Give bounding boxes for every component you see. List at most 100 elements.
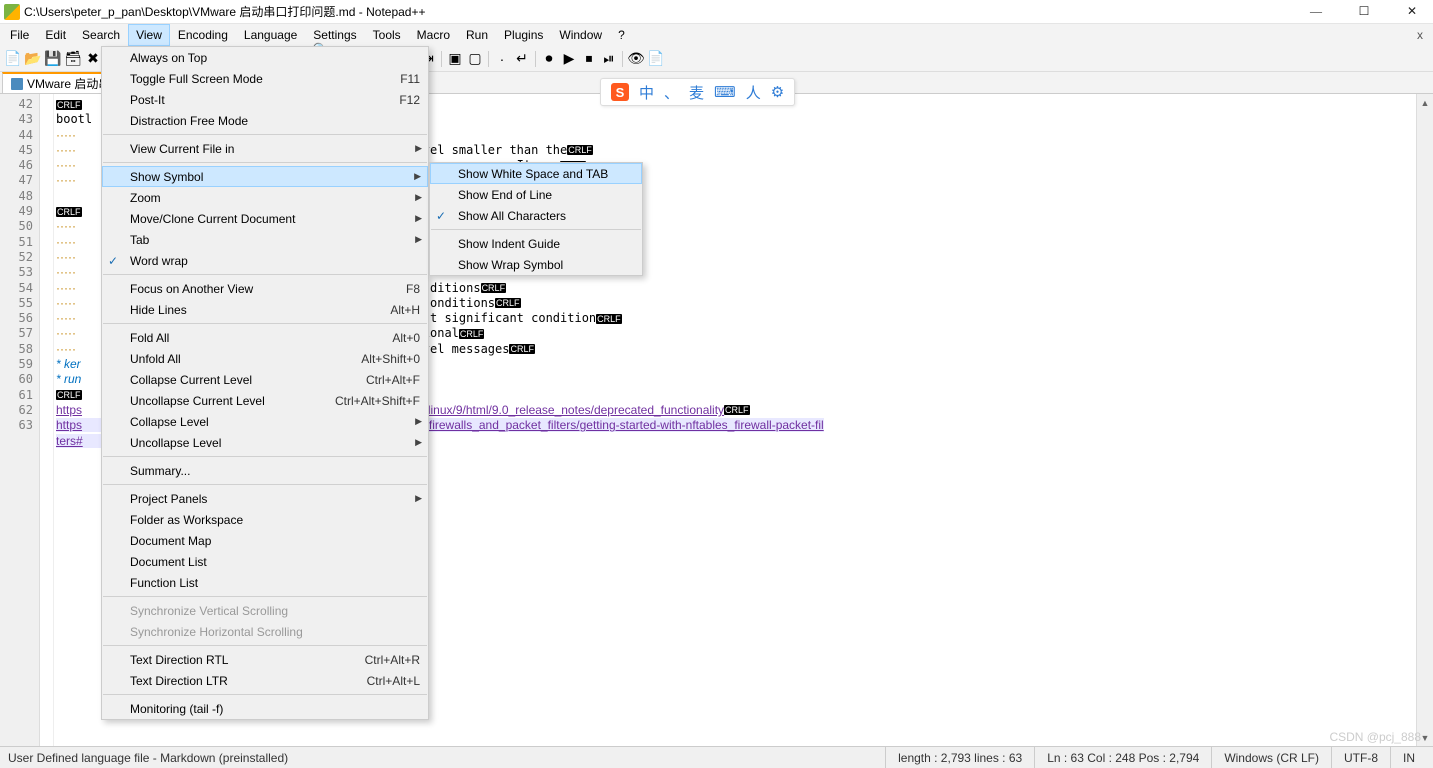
menu-item-label: Uncollapse Level: [130, 436, 221, 450]
menu-window[interactable]: Window: [551, 24, 610, 46]
vertical-scrollbar[interactable]: ▲ ▼: [1416, 94, 1433, 746]
symbol-menu-show-white-space-and-tab[interactable]: Show White Space and TAB: [430, 163, 642, 184]
menu-run[interactable]: Run: [458, 24, 496, 46]
title-bar: C:\Users\peter_p_pan\Desktop\VMware 启动串口…: [0, 0, 1433, 24]
menu-macro[interactable]: Macro: [409, 24, 458, 46]
window-title: C:\Users\peter_p_pan\Desktop\VMware 启动串口…: [24, 3, 1303, 20]
menu-language[interactable]: Language: [236, 24, 305, 46]
ime-btn-4[interactable]: 人: [746, 82, 761, 103]
symbol-menu-show-all-characters[interactable]: ✓Show All Characters: [430, 205, 642, 226]
ime-btn-0[interactable]: 中: [639, 82, 654, 103]
submenu-arrow-icon: ▶: [415, 493, 422, 504]
ime-btn-1[interactable]: 、: [664, 82, 679, 103]
menu-file[interactable]: File: [2, 24, 37, 46]
menu-help[interactable]: ?: [610, 24, 633, 46]
view-menu-move-clone-current-document[interactable]: Move/Clone Current Document▶: [102, 208, 428, 229]
ime-btn-5[interactable]: ⚙: [771, 83, 784, 101]
menu-item-label: Distraction Free Mode: [130, 114, 248, 128]
menu-view[interactable]: View: [128, 24, 170, 46]
view-menu-project-panels[interactable]: Project Panels▶: [102, 488, 428, 509]
ime-btn-2[interactable]: 麦: [689, 82, 704, 103]
menu-item-label: Fold All: [130, 331, 169, 345]
menu-item-label: Collapse Current Level: [130, 373, 252, 387]
line-number-gutter: 42 43 44 45 46 47 48 49 50 51 52 53 54 5…: [0, 94, 40, 746]
fold-column: [40, 94, 54, 746]
view-menu-folder-as-workspace[interactable]: Folder as Workspace: [102, 509, 428, 530]
view-menu-view-current-file-in[interactable]: View Current File in▶: [102, 138, 428, 159]
menu-tools[interactable]: Tools: [365, 24, 409, 46]
menu-item-label: Show Wrap Symbol: [458, 258, 563, 272]
save-icon[interactable]: 💾: [44, 50, 62, 68]
tab-global-close[interactable]: x: [1409, 24, 1431, 46]
menu-item-label: Show End of Line: [458, 188, 552, 202]
view-menu-toggle-full-screen-mode[interactable]: Toggle Full Screen ModeF11: [102, 68, 428, 89]
view-menu-synchronize-horizontal-scrolling: Synchronize Horizontal Scrolling: [102, 621, 428, 642]
ws-icon[interactable]: ·: [493, 50, 511, 68]
ime-toolbar[interactable]: S中、麦 ⌨ 人 ⚙: [600, 78, 795, 106]
menu-item-label: Document Map: [130, 534, 211, 548]
view-menu-collapse-level[interactable]: Collapse Level▶: [102, 411, 428, 432]
view-menu-show-symbol[interactable]: Show Symbol▶: [102, 166, 428, 187]
symbol-menu-show-wrap-symbol[interactable]: Show Wrap Symbol: [430, 254, 642, 275]
eye-icon[interactable]: 👁: [627, 50, 645, 68]
menu-item-label: Unfold All: [130, 352, 181, 366]
new-icon[interactable]: 📄: [4, 50, 22, 68]
submenu-arrow-icon: ▶: [415, 192, 422, 203]
view-menu-monitoring-tail-f-[interactable]: Monitoring (tail -f): [102, 698, 428, 719]
view-menu-uncollapse-level[interactable]: Uncollapse Level▶: [102, 432, 428, 453]
view-menu-collapse-current-level[interactable]: Collapse Current Level Ctrl+Alt+F: [102, 369, 428, 390]
close-button[interactable]: ✕: [1399, 2, 1425, 22]
status-encoding: UTF-8: [1331, 747, 1390, 768]
view-menu-post-it[interactable]: Post-ItF12: [102, 89, 428, 110]
ime-logo-icon[interactable]: S: [611, 83, 629, 101]
view-menu-document-map[interactable]: Document Map: [102, 530, 428, 551]
view-menu-function-list[interactable]: Function List: [102, 572, 428, 593]
close-icon[interactable]: ✖: [84, 50, 102, 68]
view-menu-distraction-free-mode[interactable]: Distraction Free Mode: [102, 110, 428, 131]
view-menu-summary-[interactable]: Summary...: [102, 460, 428, 481]
view-menu-text-direction-ltr[interactable]: Text Direction LTRCtrl+Alt+L: [102, 670, 428, 691]
unfold-icon[interactable]: ▢: [466, 50, 484, 68]
open-icon[interactable]: 📂: [24, 50, 42, 68]
view-menu-fold-all[interactable]: Fold AllAlt+0: [102, 327, 428, 348]
scroll-up-icon[interactable]: ▲: [1417, 94, 1433, 111]
view-menu-unfold-all[interactable]: Unfold AllAlt+Shift+0: [102, 348, 428, 369]
save-all-icon[interactable]: 🗃: [64, 50, 82, 68]
menu-item-label: Uncollapse Current Level: [130, 394, 265, 408]
menu-encoding[interactable]: Encoding: [170, 24, 236, 46]
play-icon[interactable]: ▶: [560, 50, 578, 68]
watermark: CSDN @pcj_888: [1329, 730, 1421, 744]
menu-shortcut: Ctrl+Alt+F: [366, 373, 420, 387]
view-menu-focus-on-another-view[interactable]: Focus on Another ViewF8: [102, 278, 428, 299]
app-icon: [4, 4, 20, 20]
doc-icon[interactable]: 📄: [647, 50, 665, 68]
view-menu-document-list[interactable]: Document List: [102, 551, 428, 572]
play2-icon[interactable]: ⏯: [600, 50, 618, 68]
menu-search[interactable]: Search: [74, 24, 128, 46]
symbol-menu-show-indent-guide[interactable]: Show Indent Guide: [430, 233, 642, 254]
rec-icon[interactable]: ⏺: [540, 50, 558, 68]
view-menu-always-on-top[interactable]: Always on Top: [102, 47, 428, 68]
menu-item-label: Word wrap: [130, 254, 188, 268]
menu-edit[interactable]: Edit: [37, 24, 74, 46]
symbol-menu-show-end-of-line[interactable]: Show End of Line: [430, 184, 642, 205]
minimize-button[interactable]: —: [1303, 2, 1329, 22]
submenu-arrow-icon: ▶: [414, 171, 421, 182]
ime-btn-3[interactable]: ⌨: [714, 83, 736, 101]
view-menu-word-wrap[interactable]: ✓Word wrap: [102, 250, 428, 271]
menu-item-label: Document List: [130, 555, 207, 569]
menu-item-label: Zoom: [130, 191, 161, 205]
view-menu-hide-lines[interactable]: Hide LinesAlt+H: [102, 299, 428, 320]
maximize-button[interactable]: ☐: [1351, 2, 1377, 22]
view-menu-text-direction-rtl[interactable]: Text Direction RTLCtrl+Alt+R: [102, 649, 428, 670]
status-insert-mode: IN: [1390, 747, 1427, 768]
view-menu-zoom[interactable]: Zoom ▶: [102, 187, 428, 208]
view-menu-uncollapse-current-level[interactable]: Uncollapse Current LevelCtrl+Alt+Shift+F: [102, 390, 428, 411]
menu-plugins[interactable]: Plugins: [496, 24, 551, 46]
eol-icon[interactable]: ↵: [513, 50, 531, 68]
fold-icon[interactable]: ▣: [446, 50, 464, 68]
menu-shortcut: F11: [400, 72, 420, 86]
menu-item-label: Function List: [130, 576, 198, 590]
stop-icon[interactable]: ⏹: [580, 50, 598, 68]
view-menu-tab[interactable]: Tab▶: [102, 229, 428, 250]
